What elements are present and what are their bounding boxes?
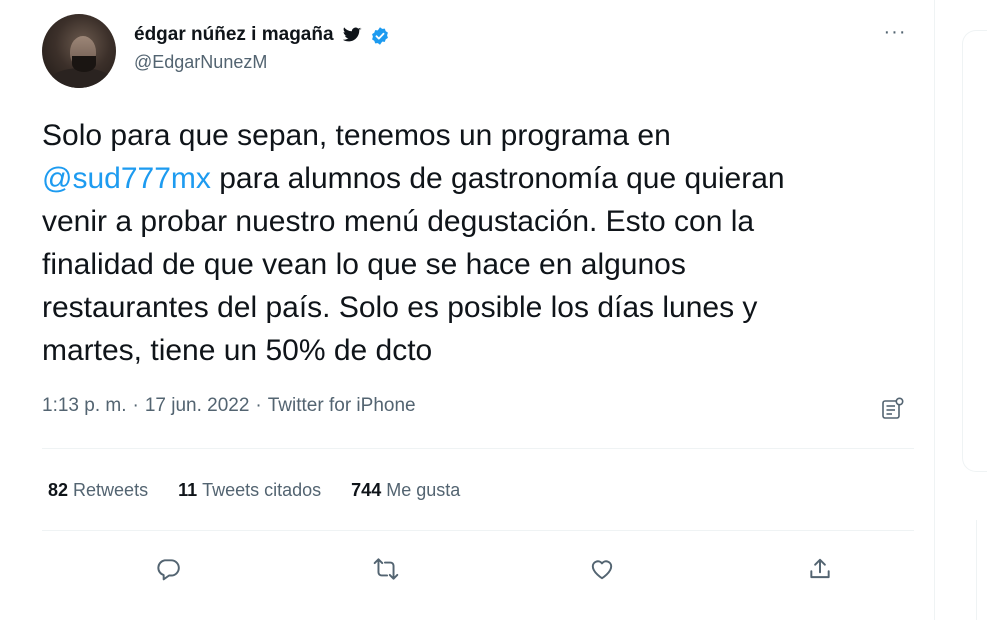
sidebar-edge [976, 520, 987, 620]
retweets-label: Retweets [73, 480, 149, 500]
avatar-beard [72, 56, 96, 72]
tweet-meta: 1:13 p. m. · 17 jun. 2022 · Twitter for … [42, 395, 416, 417]
sidebar-card-edge [962, 30, 987, 472]
tweet-actions [42, 547, 914, 591]
likes-stat[interactable]: 744 Me gusta [351, 480, 460, 501]
tweet-card: édgar núñez i magaña @EdgarNunezM ··· So… [18, 0, 935, 620]
retweets-stat[interactable]: 82 Retweets [48, 480, 148, 501]
author-handle[interactable]: @EdgarNunezM [134, 52, 267, 73]
verified-badge-icon [370, 25, 390, 45]
tweet-text-part-1: Solo para que sepan, tenemos un programa… [42, 119, 671, 152]
quote-tweets-stat[interactable]: 11 Tweets citados [178, 480, 321, 501]
share-button[interactable] [804, 553, 836, 585]
like-icon [591, 560, 613, 580]
tweet-stats: 82 Retweets 11 Tweets citados 744 Me gusta [48, 480, 460, 501]
reply-button[interactable] [152, 553, 184, 585]
retweet-icon [373, 558, 399, 580]
analytics-icon[interactable] [880, 396, 906, 422]
mention-link[interactable]: @sud777mx [42, 162, 211, 195]
tweet-source[interactable]: Twitter for iPhone [268, 395, 416, 417]
likes-label: Me gusta [386, 480, 461, 500]
retweets-count: 82 [48, 480, 69, 500]
tweet-text: Solo para que sepan, tenemos un programa… [42, 114, 912, 372]
meta-separator: · [255, 395, 262, 416]
share-icon [810, 558, 830, 579]
meta-separator: · [132, 395, 139, 416]
divider [42, 530, 914, 531]
reply-icon [157, 559, 180, 581]
avatar[interactable] [42, 14, 116, 88]
quote-tweets-label: Tweets citados [202, 480, 322, 500]
retweet-button[interactable] [370, 553, 402, 585]
divider [42, 448, 914, 449]
author-display-name[interactable]: édgar núñez i magaña [134, 24, 334, 46]
tweet-time[interactable]: 1:13 p. m. [42, 395, 127, 417]
quote-tweets-count: 11 [178, 480, 198, 500]
likes-count: 744 [351, 480, 382, 500]
more-options-button[interactable]: ··· [878, 20, 912, 44]
author-name-row: édgar núñez i magaña [134, 22, 390, 48]
twitter-bird-icon [342, 25, 362, 45]
like-button[interactable] [586, 553, 618, 585]
tweet-date[interactable]: 17 jun. 2022 [145, 395, 250, 417]
